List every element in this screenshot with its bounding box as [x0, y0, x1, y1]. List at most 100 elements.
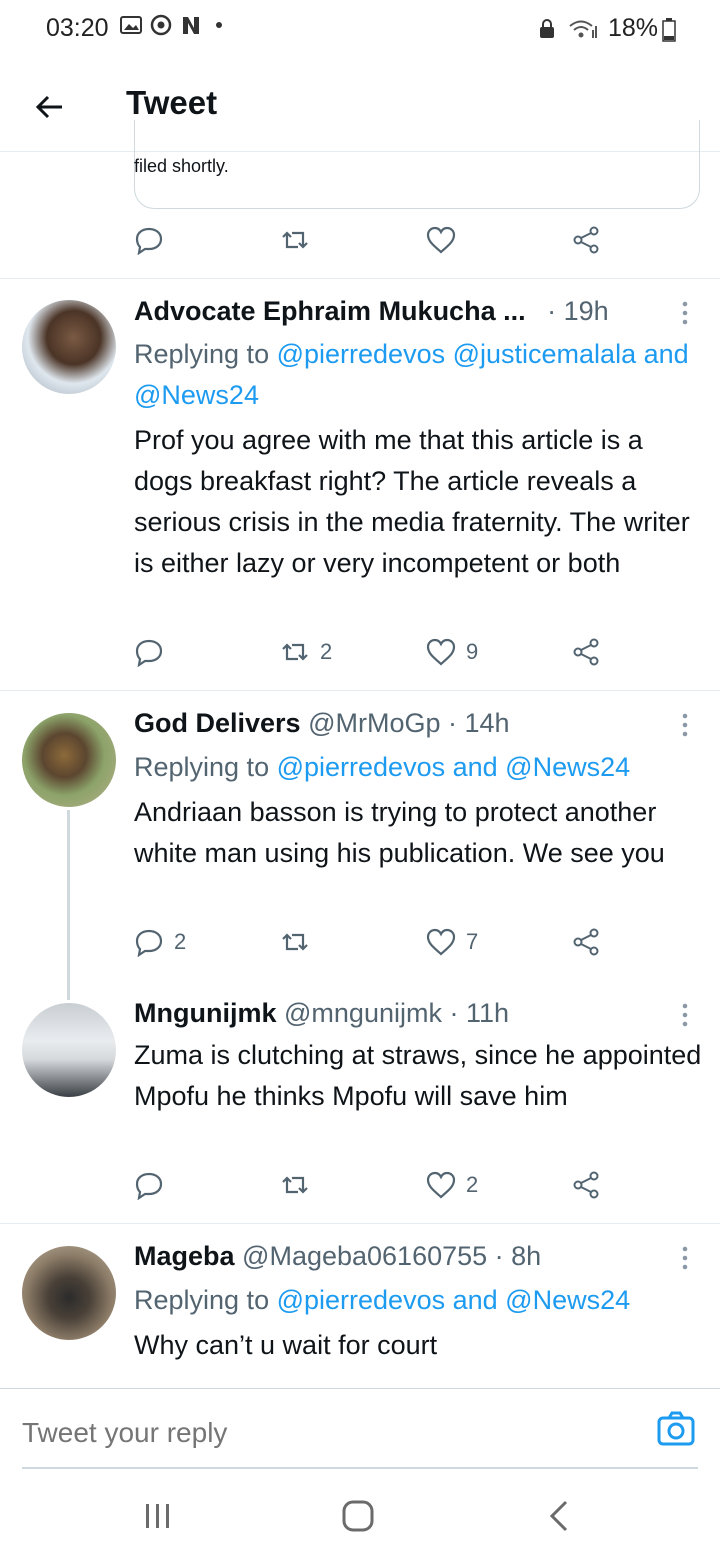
tweet-time: · 8h: [494, 1241, 542, 1271]
more-vertical-icon[interactable]: [670, 298, 700, 328]
share-button[interactable]: [572, 225, 602, 255]
like-button[interactable]: 9: [426, 637, 478, 667]
lock-icon: [536, 18, 558, 40]
divider: [0, 1223, 720, 1224]
heart-icon: [426, 638, 456, 666]
retweet-icon: [282, 1176, 308, 1194]
more-vertical-icon[interactable]: [670, 1243, 700, 1273]
avatar[interactable]: [22, 1246, 116, 1340]
divider: [0, 278, 720, 279]
tweet-header: Mngunijmk @mngunijmk · 11h: [134, 998, 509, 1029]
home-icon[interactable]: [338, 1498, 378, 1534]
more-vertical-icon[interactable]: [670, 710, 700, 740]
notification-dot-icon: [216, 22, 222, 28]
share-button[interactable]: [572, 1170, 602, 1200]
mention-link[interactable]: @News24: [505, 752, 630, 782]
author-name[interactable]: Mageba: [134, 1241, 235, 1271]
system-nav-bar: [0, 1470, 720, 1560]
author-handle[interactable]: @Mageba06160755: [242, 1241, 487, 1271]
heart-icon: [426, 226, 456, 254]
thread-connector: [67, 810, 70, 1000]
reply-icon: [135, 1172, 163, 1200]
tweet-time: · 11h: [449, 998, 510, 1028]
arrow-left-icon: [35, 95, 62, 119]
replying-to: Replying to @pierredevos @justicemalala …: [134, 339, 689, 410]
reply-composer: [0, 1388, 720, 1469]
tweet-header: God Delivers @MrMoGp · 14h: [134, 708, 510, 739]
tweet-body: Andriaan basson is trying to protect ano…: [134, 797, 665, 868]
more-vertical-icon[interactable]: [670, 1000, 700, 1030]
author-name[interactable]: God Delivers: [134, 708, 301, 738]
reply-icon: [135, 639, 163, 667]
tweet-header: Mageba @Mageba06160755 · 8h: [134, 1241, 541, 1272]
mention-link[interactable]: @pierredevos: [277, 1285, 446, 1315]
battery-icon: [662, 17, 676, 42]
like-count: 2: [466, 1172, 479, 1197]
mention-link[interactable]: @pierredevos: [277, 752, 446, 782]
wifi-icon: [568, 18, 598, 40]
avatar[interactable]: [22, 713, 116, 807]
retweet-button[interactable]: [280, 927, 320, 957]
retweet-button[interactable]: 2: [280, 637, 332, 667]
back-button[interactable]: [26, 84, 72, 130]
tweet-body: Why can’t u wait for court: [134, 1330, 438, 1360]
retweet-count: 2: [320, 639, 333, 664]
reply-icon: [135, 227, 163, 255]
avatar[interactable]: [22, 300, 116, 394]
retweet-button[interactable]: [280, 225, 310, 255]
status-system-icons: 18%: [536, 14, 676, 43]
recent-apps-icon[interactable]: [138, 1498, 178, 1534]
retweet-button[interactable]: [280, 1170, 320, 1200]
tweet-actions: 2 9: [134, 637, 614, 677]
share-button[interactable]: [572, 927, 602, 957]
heart-icon: [426, 928, 456, 956]
tweet-actions: 2: [134, 1170, 614, 1210]
replying-to: Replying to @pierredevos and @News24: [134, 1285, 631, 1315]
netflix-n-icon: [180, 14, 202, 36]
author-handle[interactable]: @MrMoGp: [308, 708, 440, 738]
author-name[interactable]: Advocate Ephraim Mukucha ...: [134, 296, 526, 326]
battery-percent: 18%: [607, 14, 658, 42]
gallery-icon: [120, 14, 142, 36]
chrome-icon: [150, 14, 172, 36]
status-bar: 03:20 18%: [0, 0, 720, 58]
status-notification-icons: [120, 14, 222, 36]
reply-button[interactable]: 2: [134, 927, 186, 957]
replying-to: Replying to @pierredevos and @News24: [134, 752, 631, 782]
author-handle[interactable]: @mngunijmk: [284, 998, 442, 1028]
status-time: 03:20: [46, 14, 109, 42]
share-icon: [573, 226, 599, 254]
tweet-body: Prof you agree with me that this article…: [134, 425, 690, 578]
share-icon: [573, 1171, 599, 1199]
tweet-time: · 19h: [547, 296, 609, 326]
tweet-time: · 14h: [448, 708, 510, 738]
composer-underline: [22, 1467, 698, 1469]
like-button[interactable]: [426, 225, 456, 255]
author-name[interactable]: Mngunijmk: [134, 998, 277, 1028]
quoted-tweet-text: filed shortly.: [134, 156, 229, 176]
reply-count: 2: [174, 929, 187, 954]
reply-input[interactable]: [22, 1417, 622, 1449]
share-icon: [573, 928, 599, 956]
share-button[interactable]: [572, 637, 602, 667]
avatar[interactable]: [22, 1003, 116, 1097]
mention-link[interactable]: @News24: [505, 1285, 630, 1315]
reply-button[interactable]: [134, 225, 164, 255]
like-button[interactable]: 2: [426, 1170, 478, 1200]
tweet-body: Zuma is clutching at straws, since he ap…: [134, 1040, 702, 1111]
tweet-actions: 2 7: [134, 927, 614, 967]
mention-link[interactable]: @pierredevos: [277, 339, 446, 369]
reply-button[interactable]: [134, 637, 174, 667]
retweet-icon: [282, 933, 308, 951]
retweet-icon: [282, 231, 308, 249]
back-nav-icon[interactable]: [540, 1498, 580, 1534]
share-icon: [573, 638, 599, 666]
camera-icon[interactable]: [656, 1409, 696, 1449]
divider: [0, 690, 720, 691]
retweet-icon: [282, 643, 308, 661]
reply-button[interactable]: [134, 1170, 174, 1200]
like-button[interactable]: 7: [426, 927, 478, 957]
mention-link[interactable]: @justicemalala: [453, 339, 636, 369]
tweet-header: Advocate Ephraim Mukucha ... · 19h: [134, 296, 609, 327]
mention-link[interactable]: @News24: [134, 380, 259, 410]
